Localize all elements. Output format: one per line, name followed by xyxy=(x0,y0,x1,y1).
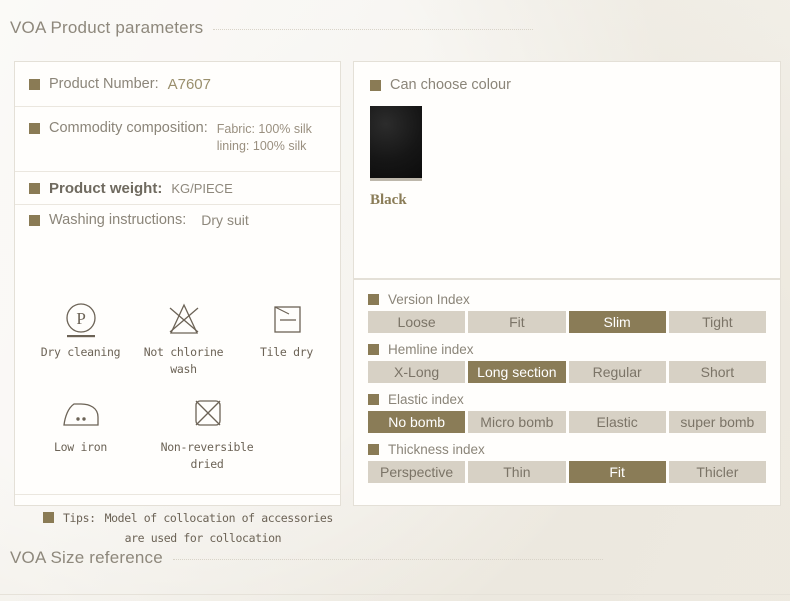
care-caption: Low iron xyxy=(54,439,107,454)
index-group-title: Version Index xyxy=(388,292,470,307)
tips-line-2: are used for collocation xyxy=(124,530,282,545)
composition-fabric-line: Fabric: 100% silk xyxy=(216,122,312,136)
row-product-number: Product Number: A7607 xyxy=(15,62,340,106)
page-title: VOA Product parameters xyxy=(10,18,204,37)
colour-swatch-list: Black xyxy=(354,93,780,209)
washing-instructions-value: Dry suit xyxy=(201,212,249,228)
option-long-section[interactable]: Long section xyxy=(468,361,566,383)
index-group-title: Elastic index xyxy=(388,392,464,407)
swatch-label: Black xyxy=(370,192,407,208)
option-loose[interactable]: Loose xyxy=(368,311,466,333)
index-group-header: Version Index xyxy=(368,292,766,307)
bottom-divider xyxy=(0,594,790,595)
care-symbols-row-1: P Dry cleaning Not chlorine wash Tile dr… xyxy=(29,298,339,379)
colour-panel-title: Can choose colour xyxy=(390,77,511,93)
tips-line-1: Model of collocation of accessories xyxy=(104,511,334,525)
option-fit[interactable]: Fit xyxy=(468,311,566,333)
product-number-label: Product Number: xyxy=(49,76,159,92)
no-chlorine-wash-icon xyxy=(132,298,235,344)
section-heading-product-parameters: VOA Product parameters xyxy=(10,18,534,38)
index-group-header: Hemline index xyxy=(368,342,766,357)
svg-text:P: P xyxy=(76,309,85,328)
option-thicler[interactable]: Thicler xyxy=(668,461,766,483)
care-symbol-low-iron: Low iron xyxy=(29,393,132,474)
option-tight[interactable]: Tight xyxy=(668,311,766,333)
index-group-header: Thickness index xyxy=(368,442,766,457)
bullet-icon xyxy=(368,344,379,355)
row-washing-instructions: Washing instructions: Dry suit xyxy=(15,204,340,235)
bullet-icon xyxy=(370,79,381,91)
index-group-title: Thickness index xyxy=(388,442,485,457)
tips-label: Tips: xyxy=(63,511,96,525)
swatch-thumbnail[interactable] xyxy=(370,106,422,181)
option-slim[interactable]: Slim xyxy=(568,311,666,333)
index-group-elastic: Elastic index No bomb Micro bomb Elastic… xyxy=(368,392,766,433)
product-weight-label: Product weight: xyxy=(49,179,163,197)
option-thin[interactable]: Thin xyxy=(468,461,566,483)
option-elastic[interactable]: Elastic xyxy=(568,411,666,433)
care-symbol-tile-dry: Tile dry xyxy=(235,298,338,379)
care-symbol-dry-cleaning: P Dry cleaning xyxy=(29,298,132,379)
care-caption: Dry cleaning xyxy=(40,345,121,359)
option-micro-bomb[interactable]: Micro bomb xyxy=(468,411,566,433)
bullet-icon xyxy=(29,214,40,226)
care-symbol-no-chlorine-wash: Not chlorine wash xyxy=(132,298,235,379)
colour-swatch-item-black[interactable]: Black xyxy=(370,106,780,209)
bullet-icon xyxy=(43,512,54,523)
option-no-bomb[interactable]: No bomb xyxy=(368,411,466,433)
bullet-icon xyxy=(368,394,379,405)
bullet-icon xyxy=(29,123,40,134)
index-group-version: Version Index Loose Fit Slim Tight xyxy=(368,292,766,333)
heading-rule xyxy=(172,559,603,561)
low-iron-icon xyxy=(29,393,132,439)
care-caption: Not chlorine wash xyxy=(143,345,224,377)
tile-dry-icon xyxy=(235,298,338,344)
composition-lining-line: lining: 100% silk xyxy=(216,139,307,153)
care-symbols-grid: P Dry cleaning Not chlorine wash Tile dr… xyxy=(29,298,339,473)
composition-label: Commodity composition: xyxy=(49,120,208,136)
page-stage: VOA Product parameters Product Number: A… xyxy=(0,0,790,601)
bullet-icon xyxy=(29,78,40,90)
option-row-hemline: X-Long Long section Regular Short xyxy=(368,361,766,383)
option-row-elastic: No bomb Micro bomb Elastic super bomb xyxy=(368,411,766,433)
product-parameters-panel: Product Number: A7607 Commodity composit… xyxy=(14,61,341,545)
bullet-icon xyxy=(368,444,379,455)
option-short[interactable]: Short xyxy=(668,361,766,383)
index-group-header: Elastic index xyxy=(368,392,766,407)
option-row-thickness: Perspective Thin Fit Thicler xyxy=(368,461,766,483)
index-panel: Version Index Loose Fit Slim Tight Hemli… xyxy=(353,279,781,506)
index-group-hemline: Hemline index X-Long Long section Regula… xyxy=(368,342,766,383)
row-product-weight: Product weight: KG/PIECE xyxy=(15,171,340,204)
option-super-bomb[interactable]: super bomb xyxy=(668,411,766,433)
option-x-long[interactable]: X-Long xyxy=(368,361,466,383)
bullet-icon xyxy=(368,294,379,305)
non-reversible-dried-icon xyxy=(132,393,282,439)
care-symbols-row-2: Low iron Non-reversible dried xyxy=(29,393,339,474)
tips-divider xyxy=(15,494,340,495)
index-group-title: Hemline index xyxy=(388,342,474,357)
care-caption: Tile dry xyxy=(260,345,313,359)
size-reference-title: VOA Size reference xyxy=(10,548,163,567)
section-heading-size-reference: VOA Size reference xyxy=(10,548,603,568)
row-commodity-composition: Commodity composition: Fabric: 100% silk… xyxy=(15,106,340,171)
product-weight-value: KG/PIECE xyxy=(171,180,233,196)
colour-panel-header: Can choose colour xyxy=(354,62,780,93)
care-caption: Non-reversible dried xyxy=(160,439,254,471)
heading-rule xyxy=(213,29,534,31)
option-perspective[interactable]: Perspective xyxy=(368,461,466,483)
option-row-version: Loose Fit Slim Tight xyxy=(368,311,766,333)
row-tips: Tips: Model of collocation of accessorie… xyxy=(43,509,333,548)
dry-cleaning-icon: P xyxy=(29,298,132,344)
care-symbol-non-reversible-dried: Non-reversible dried xyxy=(132,393,282,474)
option-fit[interactable]: Fit xyxy=(568,461,666,483)
colour-panel: Can choose colour Black xyxy=(353,61,781,279)
washing-instructions-label: Washing instructions: xyxy=(49,212,187,228)
index-group-thickness: Thickness index Perspective Thin Fit Thi… xyxy=(368,442,766,483)
bullet-icon xyxy=(29,182,40,194)
option-regular[interactable]: Regular xyxy=(568,361,666,383)
product-number-value: A7607 xyxy=(167,75,211,93)
